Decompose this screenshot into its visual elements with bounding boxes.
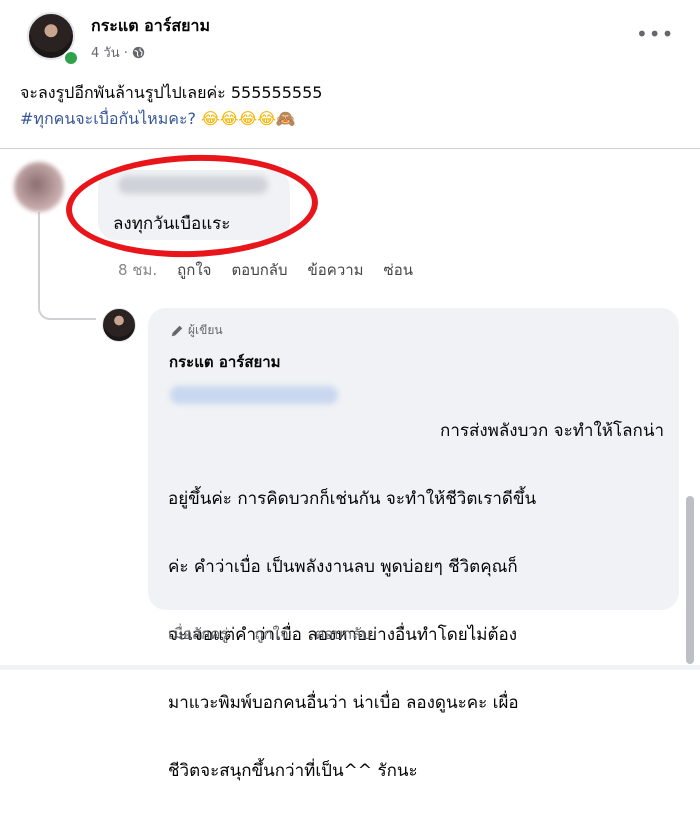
- comment-actions: 8 ชม. ถูกใจ ตอบกลับ ข้อความ ซ่อน: [118, 258, 413, 282]
- post-divider: [0, 148, 700, 149]
- reply-author-name[interactable]: กระแต อาร์สยาม: [169, 350, 281, 374]
- pencil-icon: [171, 325, 183, 336]
- bottom-separator: [0, 665, 700, 670]
- emoji-icons: 😂😂😂😂🙈: [201, 109, 296, 128]
- reply-actions: เมื่อสักครู่ ถูกใจ ตอบกลับ: [168, 622, 371, 646]
- hashtag-link[interactable]: #ทุกคนจะเบื่อกันไหมคะ?: [20, 109, 196, 128]
- comment-like-button[interactable]: ถูกใจ: [177, 258, 211, 282]
- post-meta: 4 วัน ·: [91, 42, 145, 63]
- commenter-avatar-blurred[interactable]: [14, 162, 64, 212]
- red-circle-annotation: [64, 150, 320, 262]
- more-options-icon[interactable]: •••: [636, 24, 674, 44]
- comment-reply-button[interactable]: ตอบกลับ: [231, 258, 287, 282]
- reply-text-line: อยู่ขึ้นค่ะ การคิดบวกก็เช่นกัน จะทำให้ชี…: [168, 489, 537, 509]
- online-status-icon: [63, 50, 79, 66]
- post-header: กระแต อาร์สยาม 4 วัน · •••: [0, 0, 700, 72]
- reply-text-line: ค่ะ คำว่าเบื่อ เป็นพลังงานลบ พูดบ่อยๆ ชี…: [168, 557, 518, 577]
- reply-text-line: ชีวิตจะสนุกขึ้นกว่าที่เป็น^^ รักนะ: [168, 761, 418, 781]
- thread-line: [38, 212, 40, 300]
- reply-author-avatar[interactable]: [102, 308, 136, 342]
- reply-text: การส่งพลังบวก จะทำให้โลกน่า อยู่ขึ้นค่ะ …: [168, 380, 664, 822]
- author-badge-label: ผู้เขียน: [188, 323, 223, 337]
- thread-connector: [38, 290, 96, 320]
- post-hashtag-line: #ทุกคนจะเบื่อกันไหมคะ? 😂😂😂😂🙈: [20, 106, 322, 132]
- post-body: จะลงรูปอีกพันล้านรูปไปเลยค่ะ 555555555 #…: [20, 80, 322, 132]
- globe-icon: [132, 46, 145, 59]
- scrollbar[interactable]: [686, 496, 694, 664]
- comment-time[interactable]: 8 ชม.: [118, 258, 157, 282]
- post-text-line: จะลงรูปอีกพันล้านรูปไปเลยค่ะ 555555555: [20, 83, 323, 102]
- post-author-name[interactable]: กระแต อาร์สยาม: [91, 14, 210, 39]
- comment-hide-button[interactable]: ซ่อน: [384, 258, 413, 282]
- post-time[interactable]: 4 วัน ·: [91, 42, 128, 63]
- author-badge: ผู้เขียน: [170, 321, 223, 340]
- reply-time[interactable]: เมื่อสักครู่: [168, 622, 228, 646]
- reply-reply-button[interactable]: ตอบกลับ: [315, 622, 371, 646]
- reply-like-button[interactable]: ถูกใจ: [254, 622, 288, 646]
- reply-text-line: การส่งพลังบวก จะทำให้โลกน่า: [440, 421, 664, 441]
- reply-text-line: มาแวะพิมพ์บอกคนอื่นว่า น่าเบื่อ ลองดูนะค…: [168, 693, 519, 713]
- comment-message-button[interactable]: ข้อความ: [308, 258, 364, 282]
